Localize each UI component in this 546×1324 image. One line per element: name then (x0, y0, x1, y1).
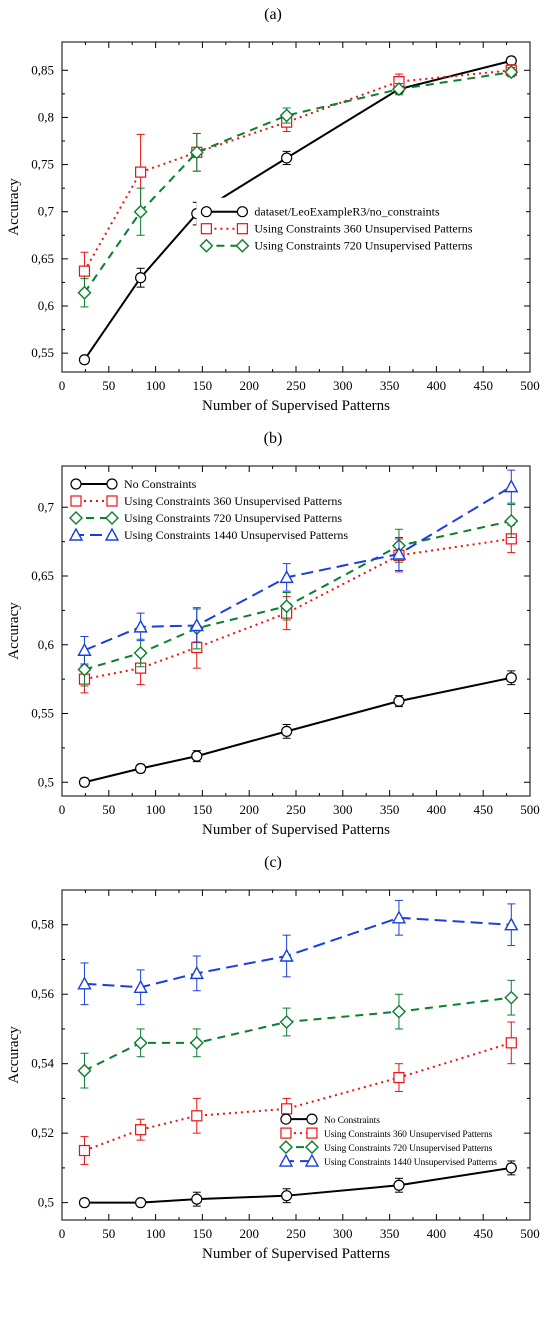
svg-text:250: 250 (286, 1226, 306, 1241)
svg-text:Accuracy: Accuracy (6, 1026, 22, 1084)
svg-text:350: 350 (380, 1226, 400, 1241)
svg-text:0,52: 0,52 (31, 1125, 54, 1140)
svg-text:0,7: 0,7 (38, 204, 55, 219)
svg-text:0,55: 0,55 (31, 345, 54, 360)
svg-text:350: 350 (380, 802, 400, 817)
svg-text:Accuracy: Accuracy (6, 178, 22, 236)
svg-text:250: 250 (286, 802, 306, 817)
svg-text:200: 200 (239, 802, 259, 817)
svg-text:50: 50 (102, 802, 115, 817)
svg-text:150: 150 (193, 1226, 213, 1241)
svg-text:Using Constraints 720 Unsuperv: Using Constraints 720 Unsupervised Patte… (324, 1144, 493, 1154)
svg-text:500: 500 (520, 802, 540, 817)
svg-text:0,85: 0,85 (31, 62, 54, 77)
svg-text:300: 300 (333, 1226, 353, 1241)
svg-text:350: 350 (380, 378, 400, 393)
svg-text:400: 400 (427, 378, 447, 393)
svg-text:0,6: 0,6 (38, 637, 55, 652)
svg-text:400: 400 (427, 1226, 447, 1241)
subplot-label-c: (c) (0, 848, 546, 872)
svg-text:450: 450 (473, 378, 493, 393)
svg-text:Using Constraints 360 Unsuperv: Using Constraints 360 Unsupervised Patte… (324, 1130, 493, 1140)
svg-text:100: 100 (146, 1226, 166, 1241)
svg-text:Accuracy: Accuracy (6, 602, 22, 660)
svg-text:0,58: 0,58 (31, 917, 54, 932)
svg-text:500: 500 (520, 1226, 540, 1241)
svg-text:150: 150 (193, 378, 213, 393)
svg-text:200: 200 (239, 1226, 259, 1241)
svg-text:450: 450 (473, 802, 493, 817)
chart-svg-c: 0 50 100 150 200 250 300 350 400 450 500 0,5 0,52 0,5… (0, 872, 546, 1272)
svg-text:300: 300 (333, 378, 353, 393)
chart-panel-c: (c) 0 50 100 150 200 250 300 350 400 450 500 0,5 0,5… (0, 848, 546, 1272)
svg-text:Using Constraints 1440 Unsuper: Using Constraints 1440 Unsupervised Patt… (124, 528, 348, 542)
svg-text:300: 300 (333, 802, 353, 817)
svg-text:0: 0 (59, 802, 66, 817)
svg-text:Number of Supervised Patterns: Number of Supervised Patterns (202, 822, 390, 838)
svg-text:0,55: 0,55 (31, 706, 54, 721)
svg-text:Number of Supervised Patterns: Number of Supervised Patterns (202, 1246, 390, 1262)
svg-text:150: 150 (193, 802, 213, 817)
svg-text:50: 50 (102, 1226, 115, 1241)
svg-text:100: 100 (146, 378, 166, 393)
chart-panel-b: (b) 0 50 100 150 200 250 300 350 400 450 500 0,5 0,5… (0, 424, 546, 848)
svg-text:0,65: 0,65 (31, 251, 54, 266)
svg-text:No Constraints: No Constraints (124, 477, 197, 491)
svg-text:0,5: 0,5 (38, 1195, 54, 1210)
figure-multichart: (a) 0501001502002503003504004505000,550,… (0, 0, 546, 1272)
svg-text:No Constraints: No Constraints (324, 1116, 380, 1126)
svg-text:Using Constraints 360 Unsuperv: Using Constraints 360 Unsupervised Patte… (124, 494, 342, 508)
svg-text:Using Constraints 1440 Unsuper: Using Constraints 1440 Unsupervised Patt… (324, 1158, 497, 1168)
svg-text:0: 0 (59, 1226, 66, 1241)
svg-text:Number of Supervised Patterns: Number of Supervised Patterns (202, 398, 390, 414)
subplot-label-b: (b) (0, 424, 546, 448)
svg-text:0,54: 0,54 (31, 1056, 54, 1071)
svg-text:0,56: 0,56 (31, 986, 54, 1001)
chart-svg-a: 0 50 100 150 200 250 300 350 400 450 500 0,55 0,6 0,6… (0, 24, 546, 424)
svg-text:dataset/LeoExampleR3/no_constr: dataset/LeoExampleR3/no_constraints (254, 205, 440, 219)
svg-text:Using Constraints 720 Unsuperv: Using Constraints 720 Unsupervised Patte… (124, 511, 342, 525)
svg-text:Using Constraints 360 Unsuperv: Using Constraints 360 Unsupervised Patte… (254, 222, 472, 236)
svg-text:100: 100 (146, 802, 166, 817)
chart-panel-a: (a) 0 50 100 150 200 250 300 350 400 450 500 0,55 0,… (0, 0, 546, 424)
svg-text:Using Constraints 720 Unsuperv: Using Constraints 720 Unsupervised Patte… (254, 239, 472, 253)
svg-text:400: 400 (427, 802, 447, 817)
svg-text:450: 450 (473, 1226, 493, 1241)
svg-text:50: 50 (102, 378, 115, 393)
svg-text:0,75: 0,75 (31, 157, 54, 172)
svg-text:200: 200 (239, 378, 259, 393)
svg-text:0,8: 0,8 (38, 109, 54, 124)
svg-text:0,7: 0,7 (38, 499, 55, 514)
svg-text:500: 500 (520, 378, 540, 393)
svg-text:0,5: 0,5 (38, 774, 54, 789)
svg-text:250: 250 (286, 378, 306, 393)
svg-text:0,6: 0,6 (38, 298, 55, 313)
chart-svg-b: 0 50 100 150 200 250 300 350 400 450 500 0,5 0,55 0,6… (0, 448, 546, 848)
svg-text:0: 0 (59, 378, 66, 393)
subplot-label-a: (a) (0, 0, 546, 24)
svg-text:0,65: 0,65 (31, 568, 54, 583)
